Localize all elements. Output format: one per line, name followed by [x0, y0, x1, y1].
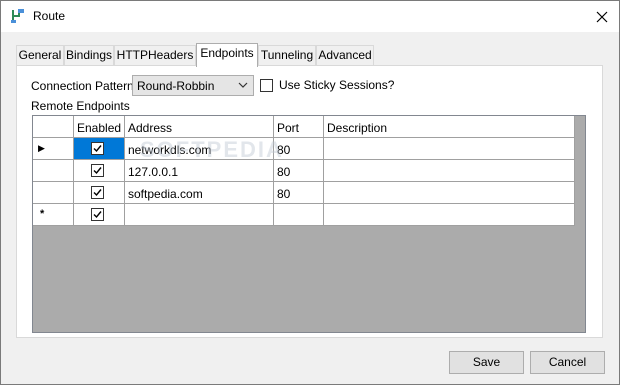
connection-pattern-select[interactable]: Round-Robbin — [132, 75, 254, 96]
remote-endpoints-label: Remote Endpoints — [31, 99, 130, 113]
row-2-enabled-checkbox[interactable] — [91, 164, 104, 177]
row-1-port-cell[interactable]: 80 — [274, 138, 324, 160]
new-row-enabled-cell[interactable] — [74, 204, 125, 226]
row-header-new[interactable]: * — [33, 204, 74, 226]
new-row-description-cell[interactable] — [324, 204, 575, 226]
new-row-enabled-checkbox[interactable] — [91, 208, 104, 221]
row-3-enabled-cell[interactable] — [74, 182, 125, 204]
row-1-description-cell[interactable] — [324, 138, 575, 160]
title-bar: Route — [1, 1, 619, 32]
window-title: Route — [33, 9, 66, 23]
column-header-port[interactable]: Port — [274, 116, 324, 138]
tab-general[interactable]: General — [16, 45, 64, 65]
sticky-sessions-label: Use Sticky Sessions? — [279, 78, 395, 92]
row-3-enabled-checkbox[interactable] — [91, 186, 104, 199]
check-icon — [93, 145, 102, 153]
check-icon — [93, 167, 102, 175]
new-row-icon: * — [40, 208, 45, 220]
save-button[interactable]: Save — [449, 351, 524, 374]
tab-bindings[interactable]: Bindings — [64, 45, 114, 65]
row-1-enabled-checkbox[interactable] — [91, 142, 104, 155]
tab-endpoints[interactable]: Endpoints — [196, 43, 258, 67]
tab-advanced[interactable]: Advanced — [316, 45, 374, 65]
close-button[interactable] — [585, 1, 619, 32]
check-icon — [93, 211, 102, 219]
connection-pattern-value: Round-Robbin — [137, 79, 215, 93]
row-2-address-cell[interactable]: 127.0.0.1 — [125, 160, 274, 182]
new-row-address-cell[interactable] — [125, 204, 274, 226]
column-header-enabled[interactable]: Enabled — [74, 116, 125, 138]
connection-pattern-label: Connection Pattern — [31, 79, 134, 93]
endpoints-grid[interactable]: Enabled Address Port Description ▶ netwo… — [32, 115, 586, 333]
row-2-enabled-cell[interactable] — [74, 160, 125, 182]
row-3-description-cell[interactable] — [324, 182, 575, 204]
row-2-port-cell[interactable]: 80 — [274, 160, 324, 182]
column-header-address[interactable]: Address — [125, 116, 274, 138]
row-1-address-cell[interactable]: networkdls.com — [125, 138, 274, 160]
row-3-address-cell[interactable]: softpedia.com — [125, 182, 274, 204]
tab-httpheaders[interactable]: HTTPHeaders — [114, 45, 196, 65]
row-3-port-cell[interactable]: 80 — [274, 182, 324, 204]
new-row-port-cell[interactable] — [274, 204, 324, 226]
row-header[interactable] — [33, 182, 74, 204]
sticky-sessions-checkbox[interactable] — [260, 79, 273, 92]
check-icon — [93, 189, 102, 197]
current-row-icon: ▶ — [38, 143, 45, 153]
route-window: Route General Bindings HTTPHeaders Endpo… — [0, 0, 620, 385]
grid-corner-header — [33, 116, 74, 138]
chevron-down-icon — [238, 82, 248, 88]
tab-tunneling[interactable]: Tunneling — [258, 45, 316, 65]
cancel-button[interactable]: Cancel — [530, 351, 605, 374]
close-icon — [596, 11, 608, 22]
row-header-current[interactable]: ▶ — [33, 138, 74, 160]
row-header[interactable] — [33, 160, 74, 182]
column-header-description[interactable]: Description — [324, 116, 575, 138]
route-app-icon — [10, 8, 26, 24]
row-1-enabled-cell[interactable] — [74, 138, 125, 160]
row-2-description-cell[interactable] — [324, 160, 575, 182]
